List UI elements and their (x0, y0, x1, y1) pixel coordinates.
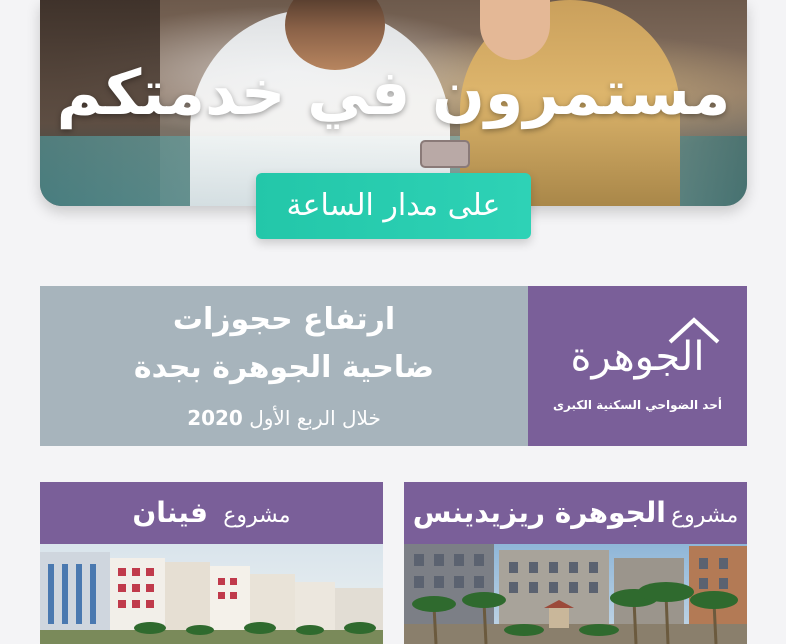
project-name: فينان (132, 496, 209, 529)
project-prefix: مشروع (223, 503, 291, 528)
project-image-jawhara-residence (404, 544, 747, 644)
hours-badge: على مدار الساعة (256, 173, 531, 239)
project-prefix: مشروع (671, 503, 739, 528)
logo-tagline: أحد الضواحي السكنية الكبرى (553, 398, 722, 412)
phone-icon (420, 140, 470, 168)
logo-name: الجوهرة (570, 334, 705, 380)
info-subline-text: خلال الربع الأول (249, 406, 381, 430)
hero-title: مستمرون في خدمتكم (56, 56, 731, 129)
info-year: 2020 (187, 406, 243, 430)
info-headline-line2: ضاحية الجوهرة بجدة (133, 350, 435, 385)
project-image-finan (40, 544, 383, 644)
project-name: الجوهرة ريزيدينس (412, 496, 666, 529)
project-card-header: مشروع الجوهرة ريزيدينس (404, 482, 747, 544)
project-card-header: مشروع فينان (40, 482, 383, 544)
info-text-panel: ارتفاع حجوزات ضاحية الجوهرة بجدة خلال ال… (40, 286, 528, 446)
logo-panel: الجوهرة أحد الضواحي السكنية الكبرى (528, 286, 747, 446)
info-headline-line1: ارتفاع حجوزات (172, 302, 396, 337)
project-card-finan[interactable]: مشروع فينان (40, 482, 383, 644)
project-card-jawhara-residence[interactable]: مشروع الجوهرة ريزيدينس (404, 482, 747, 644)
info-banner: ارتفاع حجوزات ضاحية الجوهرة بجدة خلال ال… (40, 286, 747, 446)
info-subline: خلال الربع الأول 2020 (40, 406, 528, 430)
